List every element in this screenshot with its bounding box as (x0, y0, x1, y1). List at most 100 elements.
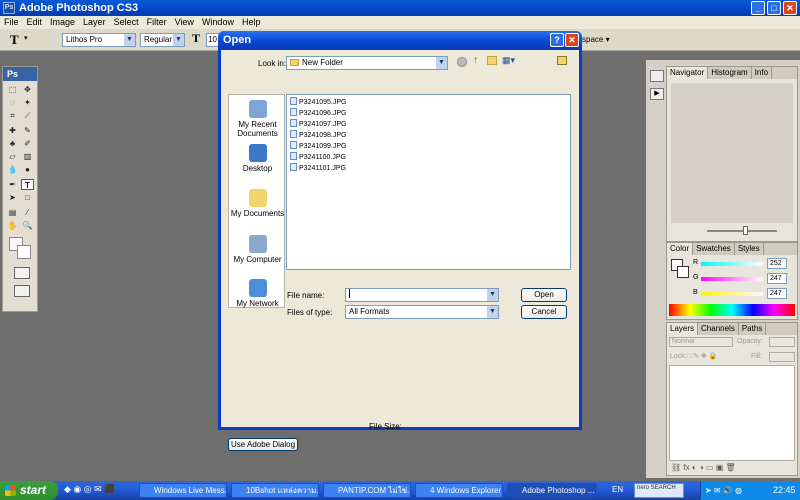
file-item[interactable]: P3241101.JPG (290, 163, 346, 173)
history-brush-tool-icon[interactable]: ✐ (21, 138, 34, 149)
tray-icons[interactable]: ➤ ✉ 🔊 ◍ (705, 481, 742, 500)
tab-swatches[interactable]: Swatches (693, 243, 735, 255)
new-folder-icon[interactable] (487, 56, 497, 65)
menu-select[interactable]: Select (110, 16, 143, 29)
brush-tool-icon[interactable]: ✎ (21, 125, 34, 136)
tab-styles[interactable]: Styles (735, 243, 764, 255)
channel-g-slider[interactable] (701, 277, 763, 281)
clone-stamp-tool-icon[interactable]: ♣ (6, 138, 19, 149)
nero-search-box[interactable]: nero SEARCH (634, 483, 684, 498)
maximize-button[interactable]: □ (767, 1, 781, 15)
marquee-tool-icon[interactable]: ⬚ (6, 84, 19, 95)
type-tool-icon[interactable]: T (21, 179, 34, 190)
back-icon[interactable] (457, 57, 467, 67)
workspace-button[interactable]: space ▾ (582, 35, 610, 44)
pen-tool-icon[interactable]: ✒ (6, 179, 19, 190)
lasso-tool-icon[interactable]: ◌ (6, 97, 19, 108)
menu-filter[interactable]: Filter (143, 16, 171, 29)
zoom-tool-icon[interactable]: 🔍 (21, 220, 34, 231)
fill-field[interactable] (769, 352, 795, 362)
tool-preset-arrow-icon[interactable]: ▾ (24, 34, 28, 42)
background-color-swatch[interactable] (17, 245, 31, 259)
blur-tool-icon[interactable]: 💧 (6, 164, 19, 175)
cancel-button[interactable]: Cancel (521, 305, 567, 319)
file-item[interactable]: P3241095.JPG (290, 97, 346, 107)
crop-tool-icon[interactable]: ⌗ (6, 110, 19, 121)
start-button[interactable]: start (0, 481, 58, 500)
channel-r-slider[interactable] (701, 262, 763, 266)
menu-help[interactable]: Help (238, 16, 265, 29)
file-item[interactable]: P3241098.JPG (290, 130, 346, 140)
tab-info[interactable]: Info (752, 67, 773, 79)
menu-view[interactable]: View (171, 16, 198, 29)
notes-tool-icon[interactable]: ▤ (6, 207, 19, 218)
channel-r-value[interactable]: 252 (767, 258, 787, 269)
move-tool-icon[interactable]: ✥ (21, 84, 34, 95)
lock-icons[interactable]: □ ✎ ✥ 🔒 (687, 352, 718, 360)
tab-paths[interactable]: Paths (739, 323, 767, 335)
place-my-network[interactable]: My Network (229, 279, 286, 308)
quick-mask-icon[interactable] (14, 267, 30, 279)
channel-b-slider[interactable] (701, 292, 763, 296)
view-menu-icon[interactable]: ▦▾ (502, 55, 515, 66)
menu-window[interactable]: Window (198, 16, 238, 29)
rectangle-tool-icon[interactable]: □ (21, 192, 34, 203)
path-selection-tool-icon[interactable]: ➤ (6, 192, 19, 203)
font-family-select[interactable]: Lithos Pro ▼ (62, 33, 136, 47)
dodge-tool-icon[interactable]: ● (21, 164, 34, 175)
place-my-documents[interactable]: My Documents (229, 189, 286, 218)
quick-launch-icons[interactable]: ◆ ◉ ◎ ✉ ⬛ (64, 484, 115, 495)
up-folder-icon[interactable]: ↑ (473, 55, 478, 66)
adobe-folder-icon[interactable] (557, 56, 567, 65)
file-name-input[interactable]: ▼ (345, 288, 499, 302)
font-style-select[interactable]: Regular ▼ (140, 33, 185, 47)
eyedropper-tool-icon[interactable]: ⁄ (21, 207, 34, 218)
healing-brush-tool-icon[interactable]: ✚ (6, 125, 19, 136)
taskbar-item-explorer[interactable]: 4 Windows Explorer (415, 483, 503, 498)
tab-channels[interactable]: Channels (698, 323, 739, 335)
magic-wand-tool-icon[interactable]: ✦ (21, 97, 34, 108)
close-button[interactable]: ✕ (783, 1, 797, 15)
menu-edit[interactable]: Edit (23, 16, 47, 29)
zoom-slider[interactable] (707, 230, 777, 232)
brushes-panel-icon[interactable] (650, 70, 664, 82)
use-adobe-dialog-button[interactable]: Use Adobe Dialog (228, 438, 298, 451)
gradient-tool-icon[interactable]: ▥ (21, 151, 34, 162)
opacity-field[interactable] (769, 337, 795, 347)
color-background-swatch[interactable] (677, 266, 689, 278)
minimize-button[interactable]: _ (751, 1, 765, 15)
menu-image[interactable]: Image (46, 16, 79, 29)
tab-color[interactable]: Color (667, 243, 694, 255)
tab-layers[interactable]: Layers (667, 323, 699, 335)
eraser-tool-icon[interactable]: ▱ (6, 151, 19, 162)
color-spectrum-bar[interactable] (669, 304, 795, 316)
menu-layer[interactable]: Layer (79, 16, 110, 29)
help-button[interactable]: ? (550, 33, 564, 47)
look-in-select[interactable]: New Folder ▼ (286, 56, 448, 70)
place-desktop[interactable]: Desktop (229, 144, 286, 173)
language-indicator[interactable]: EN (612, 485, 623, 494)
channel-b-value[interactable]: 247 (767, 288, 787, 299)
actions-panel-icon[interactable]: ▶ (650, 88, 664, 100)
open-button[interactable]: Open (521, 288, 567, 302)
taskbar-item-photoshop[interactable]: Adobe Photoshop ... (507, 483, 597, 498)
tab-navigator[interactable]: Navigator (667, 67, 709, 79)
channel-g-value[interactable]: 247 (767, 273, 787, 284)
blend-mode-select[interactable]: Normal (669, 337, 733, 347)
menu-file[interactable]: File (0, 16, 23, 29)
zoom-slider-handle[interactable] (743, 226, 748, 235)
hand-tool-icon[interactable]: ✋ (6, 220, 19, 231)
taskbar-item-messenger[interactable]: Windows Live Mess... (139, 483, 227, 498)
slice-tool-icon[interactable]: ⟋ (21, 110, 34, 121)
layers-footer-icons[interactable]: ⛓ fx ◐ ◑ ▭ ▣ 🗑 (671, 463, 736, 472)
files-of-type-select[interactable]: All Formats ▼ (345, 305, 499, 319)
dialog-close-button[interactable]: ✕ (565, 33, 579, 47)
tab-histogram[interactable]: Histogram (708, 67, 752, 79)
taskbar-item-pantip[interactable]: PANTIP.COM ไม่ใช่... (323, 483, 411, 498)
file-item[interactable]: P3241097.JPG (290, 119, 346, 129)
type-tool-icon[interactable]: T (10, 32, 19, 48)
file-item[interactable]: P3241100.JPG (290, 152, 346, 162)
file-item[interactable]: P3241096.JPG (290, 108, 346, 118)
place-my-recent-documents[interactable]: My Recent Documents (229, 100, 286, 138)
place-my-computer[interactable]: My Computer (229, 235, 286, 264)
